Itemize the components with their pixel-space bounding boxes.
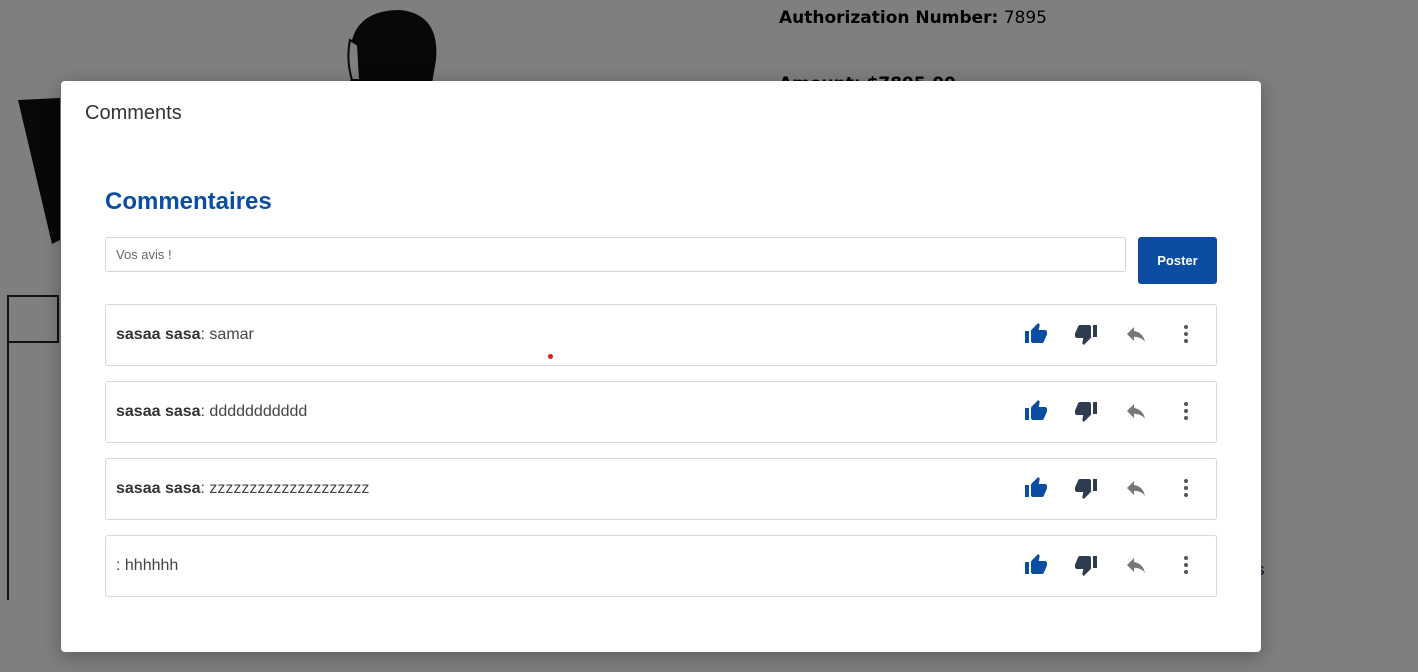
- cursor-dot: [548, 354, 553, 359]
- thumbs-down-icon[interactable]: [1074, 322, 1098, 346]
- comment-author: sasaa sasa: [116, 403, 201, 420]
- comment-body: : ddddddddddd: [200, 403, 308, 420]
- comment-text: sasaa sasa: ddddddddddd: [116, 403, 307, 421]
- comment-actions: [1024, 553, 1198, 577]
- comment-author: sasaa sasa: [116, 480, 201, 497]
- comments-modal: Comments Commentaires Poster sasaa sasa:…: [61, 81, 1261, 652]
- reply-icon[interactable]: [1124, 399, 1148, 423]
- more-vertical-icon[interactable]: [1174, 553, 1198, 577]
- comment-text: : hhhhhh: [116, 557, 178, 575]
- comments-list: sasaa sasa: samar sasaa sasa: dddddddddd…: [105, 304, 1217, 612]
- section-heading: Commentaires: [105, 188, 272, 215]
- comment-actions: [1024, 399, 1198, 423]
- post-button[interactable]: Poster: [1138, 237, 1217, 284]
- thumbs-up-icon[interactable]: [1024, 476, 1048, 500]
- thumbs-down-icon[interactable]: [1074, 399, 1098, 423]
- thumbs-up-icon[interactable]: [1024, 322, 1048, 346]
- comment-item: sasaa sasa: samar: [105, 304, 1217, 366]
- comment-body: : hhhhhh: [116, 557, 179, 574]
- comment-actions: [1024, 476, 1198, 500]
- comment-actions: [1024, 322, 1198, 346]
- comment-item: sasaa sasa: ddddddddddd: [105, 381, 1217, 443]
- thumbs-down-icon[interactable]: [1074, 476, 1098, 500]
- more-vertical-icon[interactable]: [1174, 476, 1198, 500]
- comment-author: sasaa sasa: [116, 326, 201, 343]
- comment-body: : zzzzzzzzzzzzzzzzzzzz: [200, 480, 370, 497]
- comment-body: : samar: [200, 326, 254, 343]
- modal-title: Comments: [85, 102, 182, 124]
- reply-icon[interactable]: [1124, 553, 1148, 577]
- comment-text: sasaa sasa: samar: [116, 326, 254, 344]
- more-vertical-icon[interactable]: [1174, 399, 1198, 423]
- comment-item: sasaa sasa: zzzzzzzzzzzzzzzzzzzz: [105, 458, 1217, 520]
- comment-input[interactable]: [105, 237, 1126, 272]
- more-vertical-icon[interactable]: [1174, 322, 1198, 346]
- thumbs-up-icon[interactable]: [1024, 553, 1048, 577]
- comment-text: sasaa sasa: zzzzzzzzzzzzzzzzzzzz: [116, 480, 369, 498]
- reply-icon[interactable]: [1124, 322, 1148, 346]
- reply-icon[interactable]: [1124, 476, 1148, 500]
- thumbs-up-icon[interactable]: [1024, 399, 1048, 423]
- thumbs-down-icon[interactable]: [1074, 553, 1098, 577]
- comment-item: : hhhhhh: [105, 535, 1217, 597]
